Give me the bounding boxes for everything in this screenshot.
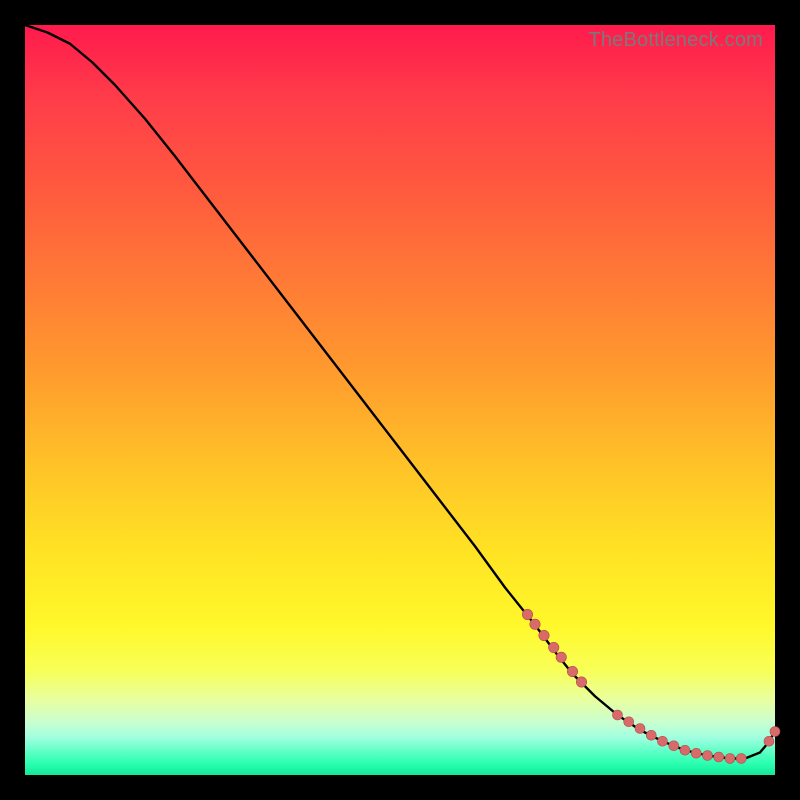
marker-dot [549,642,559,652]
marker-dot [624,717,634,727]
chart-frame: TheBottleneck.com [0,0,800,800]
marker-dot [530,619,540,629]
marker-dot [556,652,566,662]
marker-dot [736,754,746,764]
marker-dot [576,677,586,687]
marker-dot [646,730,656,740]
data-markers [522,609,780,763]
marker-dot [567,666,577,676]
marker-dot [691,748,701,758]
marker-dot [522,609,532,619]
marker-dot [680,745,690,755]
marker-dot [770,727,780,737]
bottleneck-curve [25,25,775,759]
marker-dot [658,736,668,746]
marker-dot [714,752,724,762]
marker-dot [703,751,713,761]
marker-dot [635,724,645,734]
marker-dot [764,736,774,746]
marker-dot [725,754,735,764]
marker-dot [539,630,549,640]
marker-dot [613,710,623,720]
plot-area: TheBottleneck.com [25,25,775,775]
chart-svg [25,25,775,775]
marker-dot [669,741,679,751]
